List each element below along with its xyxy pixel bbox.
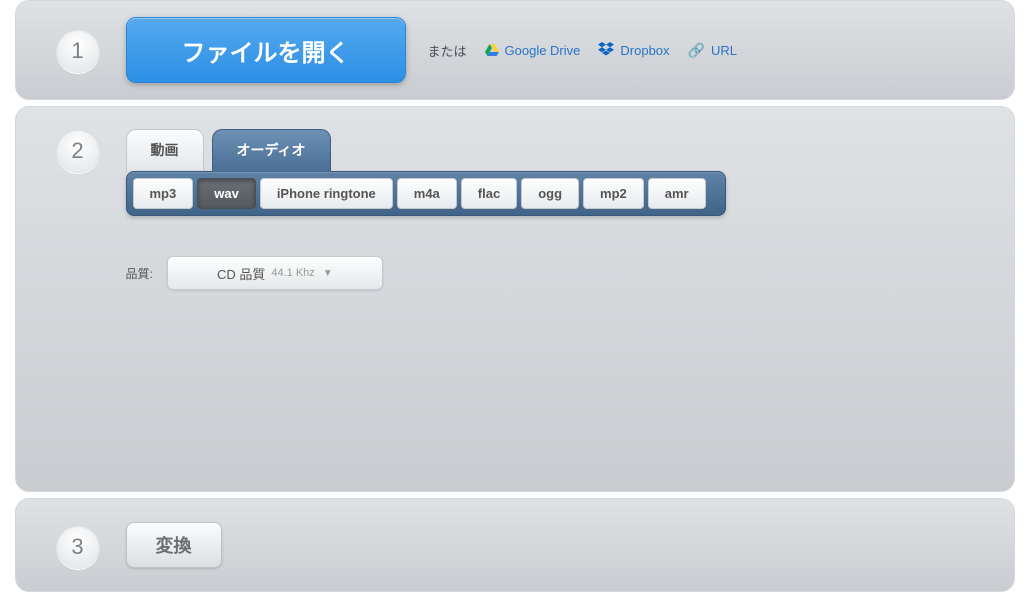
url-link[interactable]: 🔗 URL — [688, 42, 737, 59]
dropbox-label: Dropbox — [620, 43, 669, 58]
tab-audio[interactable]: オーディオ — [212, 129, 331, 172]
source-row: または Google Drive — [428, 41, 737, 60]
format-mp3[interactable]: mp3 — [133, 178, 194, 209]
url-label: URL — [711, 43, 737, 58]
convert-button[interactable]: 変換 — [126, 522, 222, 568]
quality-value: CD 品質 — [217, 264, 265, 283]
format-iphone-ringtone[interactable]: iPhone ringtone — [260, 178, 393, 209]
step-3-section: 3 変換 — [15, 498, 1015, 592]
dropbox-link[interactable]: Dropbox — [598, 42, 669, 59]
format-wav[interactable]: wav — [197, 178, 256, 209]
step-badge-1: 1 — [56, 29, 100, 73]
dropbox-icon — [598, 42, 614, 59]
format-ogg[interactable]: ogg — [521, 178, 579, 209]
quality-label: 品質: — [126, 265, 153, 282]
format-bar: mp3 wav iPhone ringtone m4a flac ogg mp2… — [126, 171, 726, 216]
quality-row: 品質: CD 品質 44.1 Khz ▼ — [126, 256, 996, 290]
tab-video[interactable]: 動画 — [126, 129, 204, 172]
google-drive-label: Google Drive — [505, 43, 581, 58]
format-amr[interactable]: amr — [648, 178, 706, 209]
quality-sub: 44.1 Khz — [271, 267, 314, 279]
step-badge-2: 2 — [56, 129, 100, 173]
google-drive-link[interactable]: Google Drive — [485, 43, 581, 58]
chevron-down-icon: ▼ — [323, 268, 333, 279]
quality-select[interactable]: CD 品質 44.1 Khz ▼ — [167, 256, 383, 290]
step-badge-3: 3 — [56, 525, 100, 569]
step-1-section: 1 ファイルを開く または Google Drive — [15, 0, 1015, 100]
link-icon: 🔗 — [688, 42, 705, 59]
media-type-tabs: 動画 オーディオ — [126, 129, 996, 172]
format-m4a[interactable]: m4a — [397, 178, 457, 209]
or-label: または — [428, 41, 467, 60]
format-mp2[interactable]: mp2 — [583, 178, 644, 209]
open-file-button[interactable]: ファイルを開く — [126, 17, 406, 83]
format-flac[interactable]: flac — [461, 178, 517, 209]
google-drive-icon — [485, 44, 499, 56]
step-2-section: 2 動画 オーディオ mp3 wav iPhone ringtone m4a f… — [15, 106, 1015, 492]
